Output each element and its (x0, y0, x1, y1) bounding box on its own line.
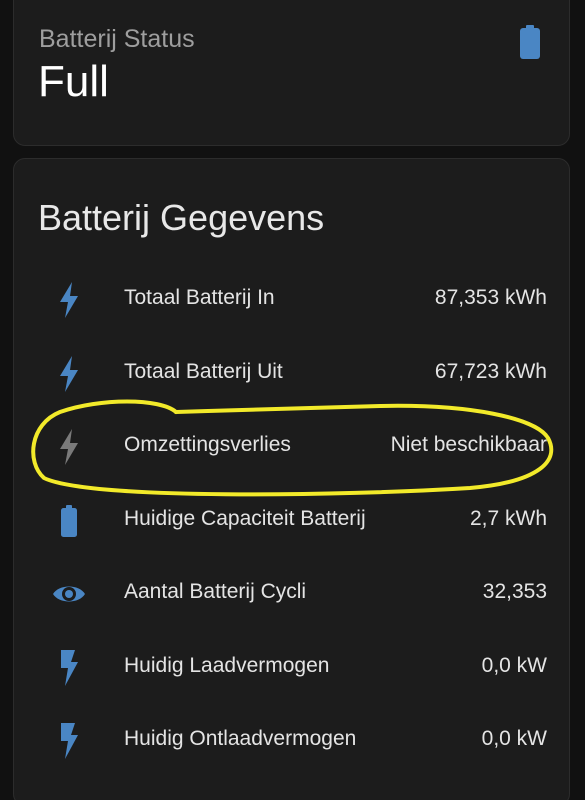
entity-row-cycles[interactable]: Aantal Batterij Cycli 32,353 (14, 564, 569, 624)
battery-icon (520, 25, 540, 59)
row-value: 32,353 (482, 580, 547, 603)
battery-details-card: Batterij Gegevens Totaal Batterij In 87,… (13, 158, 570, 800)
entity-row-total-in[interactable]: Totaal Batterij In 87,353 kWh (14, 270, 569, 330)
row-label: Omzettingsverlies (124, 433, 291, 456)
flash-icon (52, 723, 86, 759)
row-value: 67,723 kWh (434, 360, 547, 383)
row-value: 0,0 kW (481, 654, 547, 677)
page: Batterij Status Full Batterij Gegevens T… (0, 0, 585, 800)
lightning-bolt-icon (52, 282, 86, 318)
status-label: Batterij Status (39, 25, 195, 53)
row-value: Niet beschikbaar (390, 433, 547, 456)
eye-icon (52, 576, 86, 612)
status-value: Full (38, 57, 109, 106)
battery-icon (52, 503, 86, 539)
row-label: Totaal Batterij In (124, 286, 275, 309)
lightning-bolt-icon (52, 356, 86, 392)
row-label: Aantal Batterij Cycli (124, 580, 307, 603)
entity-row-conversion-loss[interactable]: Omzettingsverlies Niet beschikbaar (14, 417, 569, 477)
entity-row-discharge-power[interactable]: Huidig Ontlaadvermogen 0,0 kW (14, 711, 569, 771)
row-label: Huidig Laadvermogen (124, 654, 330, 677)
row-value: 87,353 kWh (434, 286, 547, 309)
lightning-bolt-icon (52, 429, 86, 465)
row-label: Totaal Batterij Uit (124, 360, 283, 383)
entity-row-charge-power[interactable]: Huidig Laadvermogen 0,0 kW (14, 638, 569, 698)
row-value: 2,7 kWh (469, 507, 547, 530)
entity-row-total-out[interactable]: Totaal Batterij Uit 67,723 kWh (14, 344, 569, 404)
row-label: Huidig Ontlaadvermogen (124, 727, 357, 750)
row-value: 0,0 kW (481, 727, 547, 750)
battery-status-card[interactable]: Batterij Status Full (13, 0, 570, 146)
flash-icon (52, 650, 86, 686)
entity-row-capacity[interactable]: Huidige Capaciteit Batterij 2,7 kWh (14, 491, 569, 551)
card-title: Batterij Gegevens (38, 197, 325, 238)
row-label: Huidige Capaciteit Batterij (124, 507, 366, 530)
